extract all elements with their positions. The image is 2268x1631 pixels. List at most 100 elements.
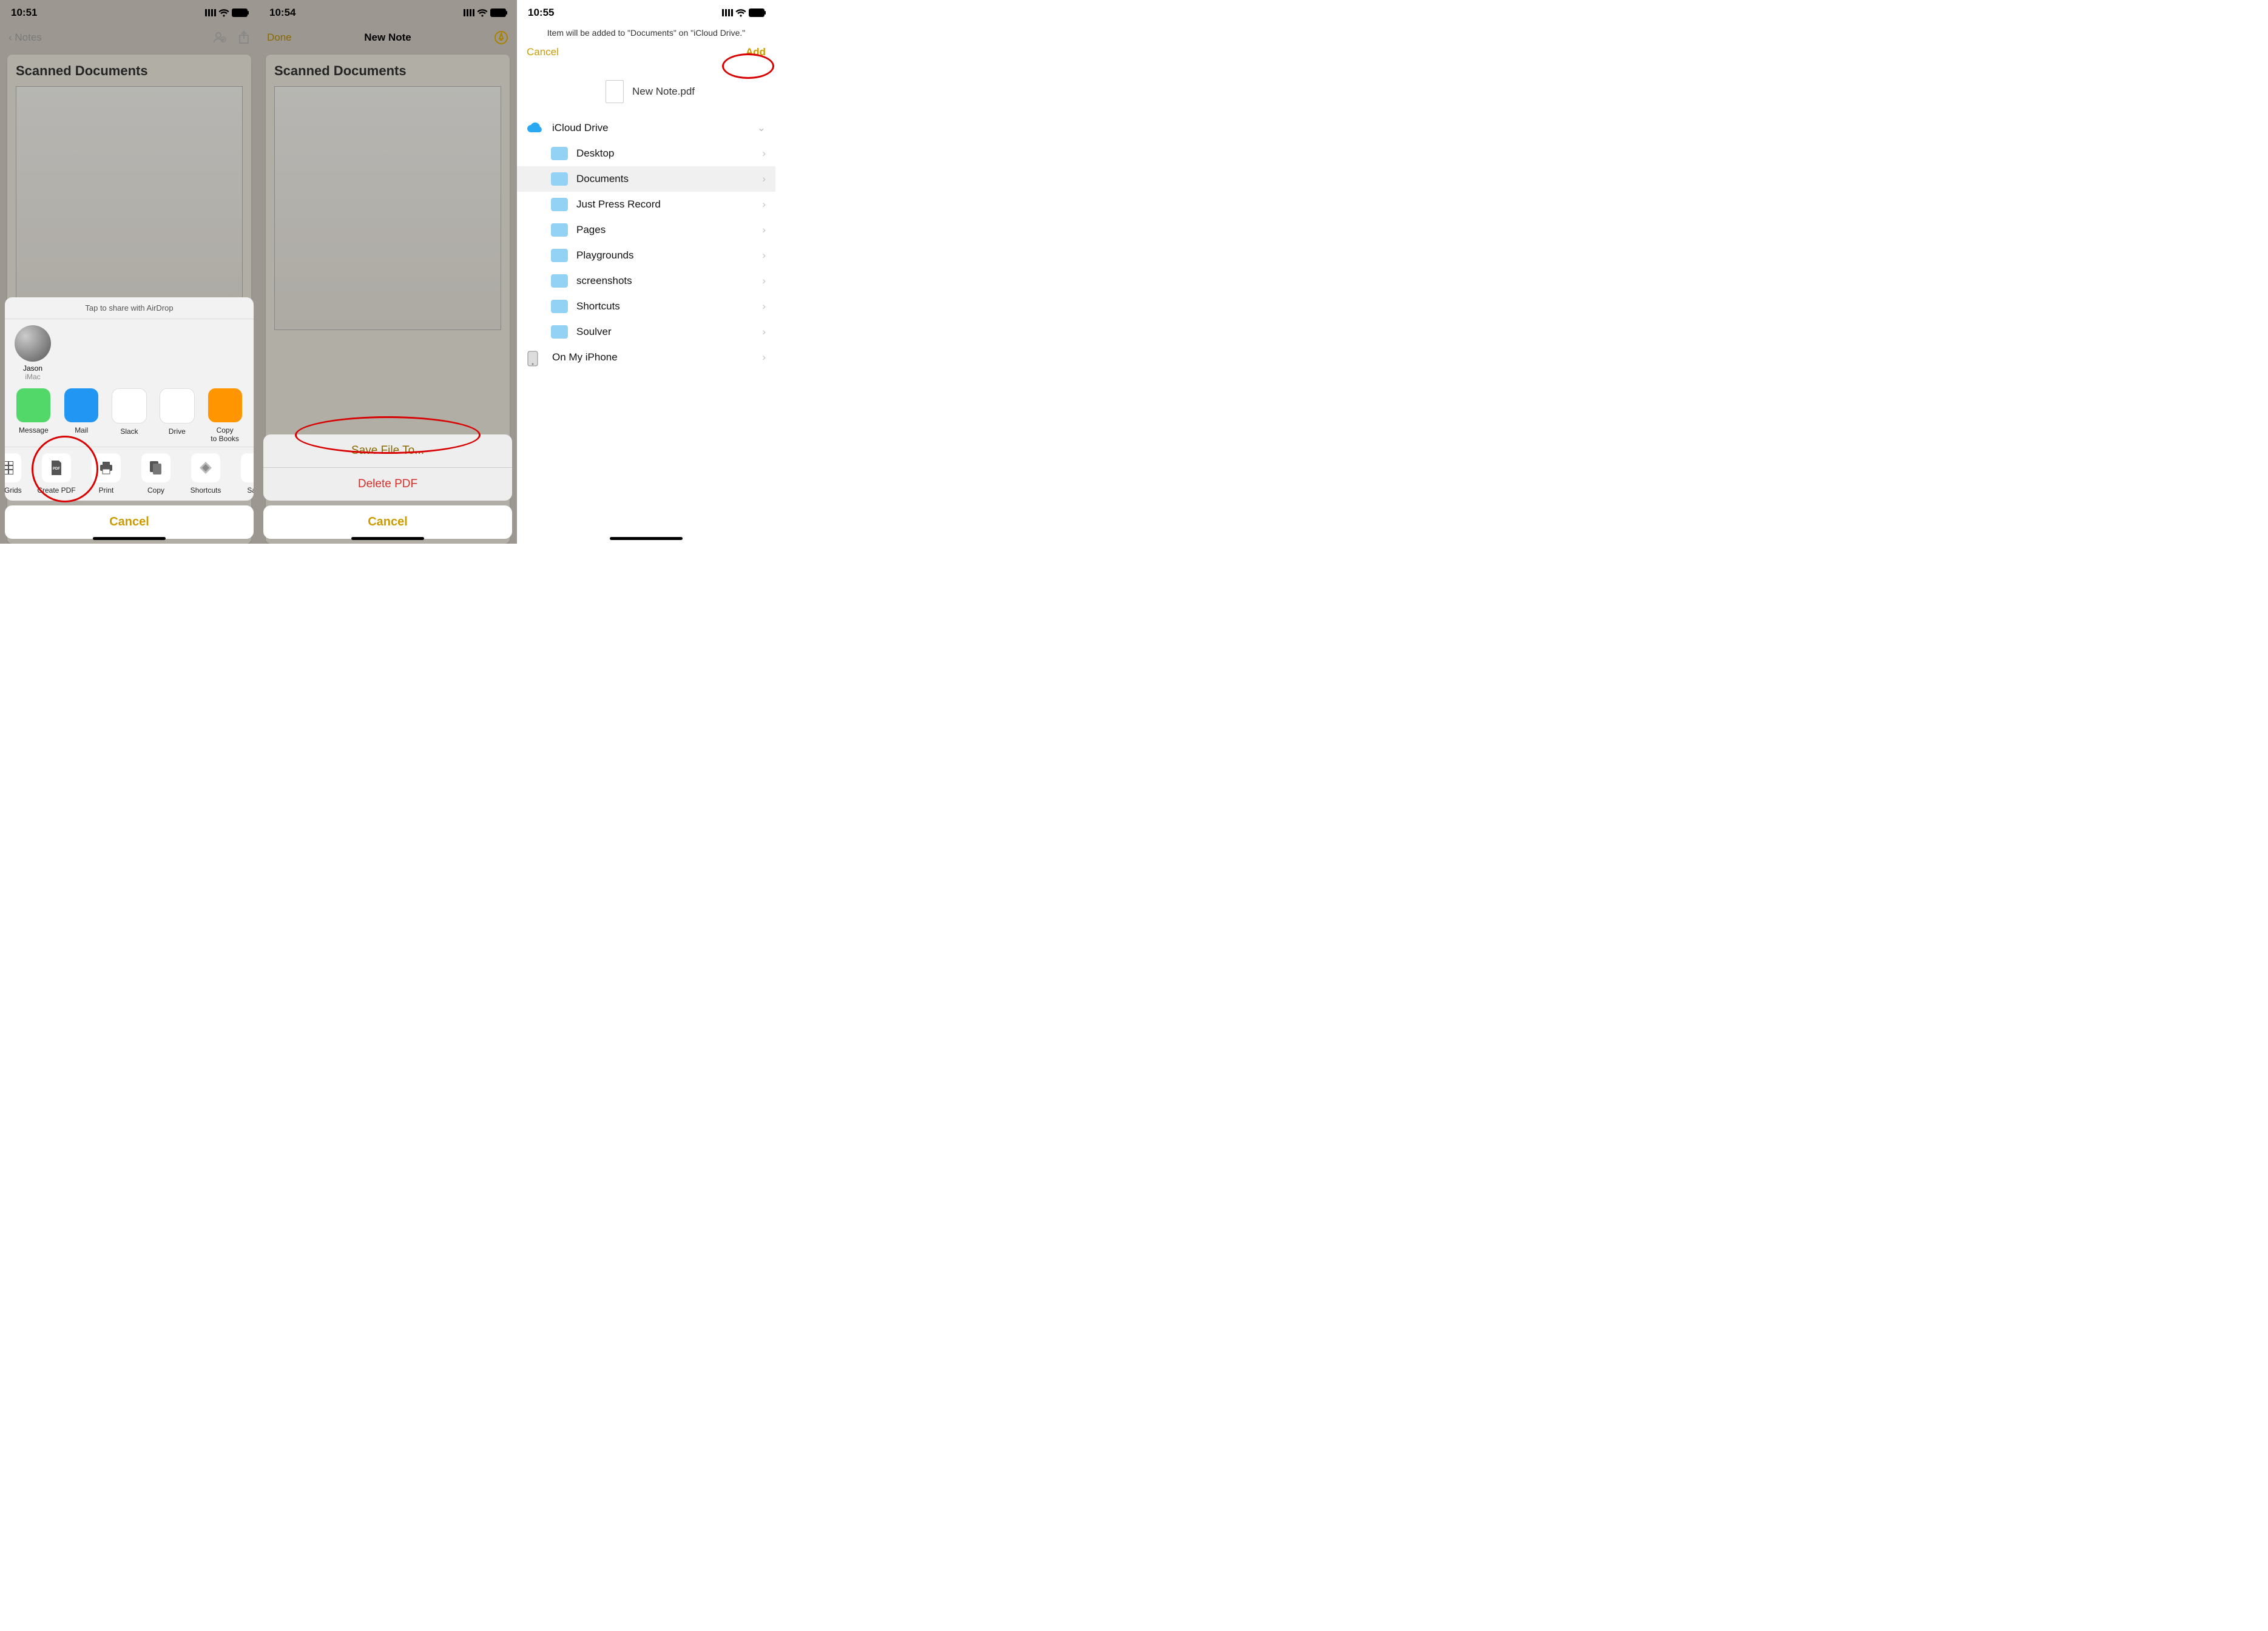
pdf-icon: PDF — [42, 453, 71, 482]
print-icon — [92, 453, 121, 482]
folder-label: Just Press Record — [576, 198, 661, 211]
home-indicator[interactable] — [351, 537, 424, 540]
grid-icon — [5, 453, 21, 482]
location-on-my-iphone[interactable]: On My iPhone › — [517, 345, 775, 370]
chevron-down-icon: ⌄ — [757, 122, 766, 134]
chevron-right-icon: › — [762, 249, 766, 262]
home-indicator[interactable] — [93, 537, 166, 540]
avatar — [15, 325, 51, 362]
status-indicators — [464, 8, 506, 17]
copy-icon — [141, 453, 170, 482]
status-time: 10:55 — [528, 7, 554, 19]
cellular-icon — [722, 9, 733, 16]
share-app-mail[interactable]: Mail — [58, 388, 106, 443]
battery-icon — [490, 8, 506, 17]
battery-icon — [232, 8, 248, 17]
chevron-right-icon: › — [762, 147, 766, 160]
nav-bar: Done New Note — [258, 24, 517, 51]
airdrop-row: Jason iMac — [5, 319, 254, 385]
cancel-button[interactable]: Cancel — [263, 505, 512, 539]
airdrop-prompt: Tap to share with AirDrop — [5, 297, 254, 319]
cellular-icon — [464, 9, 474, 16]
folder-label: Soulver — [576, 326, 612, 338]
status-indicators — [722, 8, 764, 17]
folder-label: Desktop — [576, 147, 614, 160]
status-time: 10:51 — [11, 7, 37, 19]
picker-hint: Item will be added to "Documents" on "iC… — [527, 28, 766, 38]
battery-icon — [749, 8, 764, 17]
folder-icon — [551, 198, 568, 211]
folder-documents[interactable]: Documents› — [517, 166, 775, 192]
icloud-icon — [527, 121, 544, 135]
share-app-message[interactable]: Message — [10, 388, 58, 443]
file-icon — [606, 80, 624, 103]
share-app-books[interactable]: Copy to Books — [201, 388, 249, 443]
folder-label: Shortcuts — [576, 300, 620, 312]
chevron-right-icon: › — [762, 351, 766, 363]
action-shortcuts[interactable]: Shortcuts — [181, 453, 231, 495]
folder-pages[interactable]: Pages › — [517, 217, 775, 243]
action-print[interactable]: Print — [81, 453, 131, 495]
picker-toolbar: Cancel Add — [527, 46, 766, 58]
folder-just-press-record[interactable]: Just Press Record › — [517, 192, 775, 217]
status-bar: 10:51 — [0, 5, 258, 21]
picker-header: Item will be added to "Documents" on "iC… — [517, 24, 775, 114]
back-button[interactable]: ‹ Notes — [8, 32, 42, 44]
share-app-slack[interactable]: Slack — [106, 388, 154, 443]
action-save[interactable]: Save — [231, 453, 254, 495]
folder-icon — [551, 249, 568, 262]
action-menu: Save File To... Delete PDF Cancel — [263, 434, 512, 539]
action-create-pdf[interactable]: PDFCreate PDF — [32, 453, 81, 495]
folder-icon — [551, 172, 568, 186]
file-preview-row: New Note.pdf — [593, 73, 766, 110]
wifi-icon — [477, 9, 488, 17]
share-sheet: Tap to share with AirDrop Jason iMac Mes… — [5, 297, 254, 539]
folder-label: Documents — [576, 173, 629, 185]
airdrop-device: iMac — [15, 373, 51, 381]
nav-bar: ‹ Notes — [0, 24, 258, 51]
chevron-right-icon: › — [762, 198, 766, 211]
cancel-button[interactable]: Cancel — [527, 46, 559, 58]
file-name: New Note.pdf — [632, 86, 695, 98]
location-label: On My iPhone — [552, 351, 618, 363]
share-icon[interactable] — [238, 30, 250, 45]
screen-save-menu: 10:54 Done New Note Scanned Documents Sa… — [258, 0, 517, 544]
done-button[interactable]: Done — [267, 32, 292, 44]
airdrop-name: Jason — [15, 364, 51, 373]
nav-title: New Note — [258, 32, 517, 44]
cancel-button[interactable]: Cancel — [5, 505, 254, 539]
status-indicators — [205, 8, 248, 17]
markup-icon[interactable] — [494, 30, 508, 45]
add-button[interactable]: Add — [746, 46, 766, 58]
share-app-drive[interactable]: Drive — [153, 388, 201, 443]
cellular-icon — [205, 9, 216, 16]
folder-label: screenshots — [576, 275, 632, 287]
svg-text:PDF: PDF — [53, 467, 60, 471]
folder-label: Playgrounds — [576, 249, 634, 262]
folder-icon — [551, 274, 568, 288]
save-icon — [241, 453, 254, 482]
action-menu-card: Save File To... Delete PDF — [263, 434, 512, 501]
folder-playgrounds[interactable]: Playgrounds › — [517, 243, 775, 268]
folder-screenshots[interactable]: screenshots› — [517, 268, 775, 294]
chevron-right-icon: › — [762, 300, 766, 312]
location-list: iCloud Drive ⌄ Desktop› Documents› Just … — [517, 115, 775, 370]
status-bar: 10:55 — [517, 5, 775, 21]
folder-soulver[interactable]: Soulver › — [517, 319, 775, 345]
save-file-to-button[interactable]: Save File To... — [263, 434, 512, 468]
folder-label: Pages — [576, 224, 606, 236]
folder-shortcuts[interactable]: Shortcuts › — [517, 294, 775, 319]
folder-desktop[interactable]: Desktop › — [517, 141, 775, 166]
status-bar: 10:54 — [258, 5, 517, 21]
delete-pdf-button[interactable]: Delete PDF — [263, 468, 512, 501]
home-indicator[interactable] — [610, 537, 683, 540]
add-people-icon[interactable] — [212, 30, 227, 45]
action-grids[interactable]: s & Grids — [5, 453, 32, 495]
screen-file-picker: 10:55 Item will be added to "Documents" … — [517, 0, 775, 544]
chevron-right-icon: › — [762, 224, 766, 236]
iphone-icon — [527, 351, 544, 364]
location-icloud-drive[interactable]: iCloud Drive ⌄ — [517, 115, 775, 141]
chevron-right-icon: › — [762, 326, 766, 338]
action-copy[interactable]: Copy — [131, 453, 181, 495]
airdrop-target[interactable]: Jason iMac — [15, 325, 51, 381]
